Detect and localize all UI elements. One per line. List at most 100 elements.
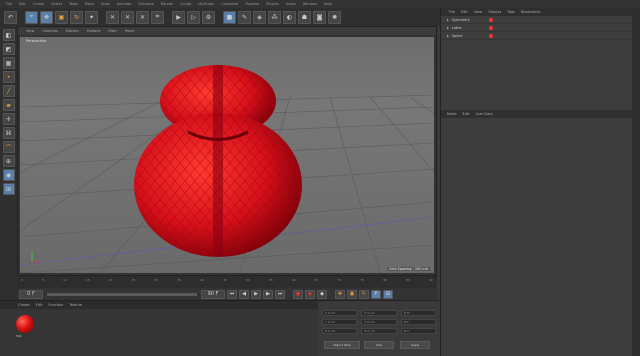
- render-view-icon[interactable]: ▶: [172, 10, 185, 24]
- next-key-icon[interactable]: ▶: [263, 289, 273, 299]
- key-param-icon[interactable]: P: [371, 289, 381, 299]
- menu-item[interactable]: Window: [303, 2, 317, 6]
- frame-end-field[interactable]: 90 F: [201, 289, 225, 299]
- material-menu-item[interactable]: Edit: [36, 303, 43, 307]
- object-menu-item[interactable]: View: [474, 10, 482, 14]
- scale-icon[interactable]: ▣: [55, 10, 68, 24]
- coord-field[interactable]: Z 0 cm: [322, 328, 358, 334]
- object-menu-item[interactable]: File: [449, 10, 455, 14]
- coord-field[interactable]: B 0°: [400, 328, 436, 334]
- menu-item[interactable]: Character: [221, 2, 238, 6]
- light-icon[interactable]: ✺: [328, 10, 341, 24]
- lock-icon[interactable]: ⊞: [2, 183, 15, 195]
- viewport-menu-item[interactable]: Display: [66, 29, 79, 33]
- workplane-icon[interactable]: ▦: [2, 57, 15, 69]
- visibility-dot[interactable]: [488, 25, 493, 30]
- material-swatch[interactable]: [16, 315, 34, 333]
- frame-range-slider[interactable]: [47, 292, 197, 296]
- render-picture-icon[interactable]: ▷: [187, 10, 200, 24]
- go-to-start-icon[interactable]: ⏮: [227, 289, 237, 299]
- cube-icon[interactable]: ■: [223, 10, 236, 24]
- prev-key-icon[interactable]: ◀: [239, 289, 249, 299]
- visibility-dot[interactable]: [488, 17, 493, 22]
- menu-item[interactable]: Create: [33, 2, 45, 6]
- coord-field[interactable]: X 0 cm: [361, 310, 397, 316]
- y-axis-icon[interactable]: ✕: [121, 10, 134, 24]
- autokey-icon[interactable]: ◉: [305, 289, 315, 299]
- panel-tab-strip[interactable]: [632, 8, 640, 356]
- menu-item[interactable]: Pipeline: [245, 2, 259, 6]
- timeline-ruler[interactable]: 0 5 10 15 20 25 30 35 40 45 50 55 60 65 70 75 80 85 90: [17, 276, 437, 288]
- menu-item[interactable]: MoGraph: [198, 2, 214, 6]
- apply-button[interactable]: Apply: [400, 341, 430, 349]
- menu-item[interactable]: Script: [286, 2, 296, 6]
- visibility-dot[interactable]: [488, 33, 493, 38]
- enable-axis-icon[interactable]: ⊕: [2, 155, 15, 167]
- menu-item[interactable]: Edit: [19, 2, 26, 6]
- viewport-menu-item[interactable]: Panel: [125, 29, 134, 33]
- live-select-icon[interactable]: ⌖: [25, 10, 38, 24]
- rotate-icon[interactable]: ↻: [70, 10, 83, 24]
- coord-field[interactable]: Y 0 cm: [361, 319, 397, 325]
- material-menu-item[interactable]: Create: [18, 303, 30, 307]
- pen-icon[interactable]: ✎: [238, 10, 251, 24]
- material-menu-item[interactable]: Texture: [69, 303, 82, 307]
- coord-system-icon[interactable]: ⌗: [151, 10, 164, 24]
- axis-mode-icon[interactable]: ✛: [2, 113, 15, 125]
- scene-icon[interactable]: ☗: [298, 10, 311, 24]
- attributes-menu-item[interactable]: Edit: [463, 112, 470, 116]
- viewport-canvas[interactable]: Perspective Grid Spacing : 100 cm: [20, 37, 434, 273]
- menu-item[interactable]: Help: [324, 2, 332, 6]
- object-menu-item[interactable]: Edit: [461, 10, 468, 14]
- viewport-menu-item[interactable]: Options: [87, 29, 101, 33]
- x-axis-icon[interactable]: ✕: [106, 10, 119, 24]
- coord-size-dropdown[interactable]: Size: [364, 341, 394, 349]
- coord-field[interactable]: Z 0 cm: [361, 328, 397, 334]
- menu-item[interactable]: File: [6, 2, 12, 6]
- points-mode-icon[interactable]: •: [2, 71, 15, 83]
- coord-field[interactable]: Y 0 cm: [322, 319, 358, 325]
- coord-field[interactable]: P 0°: [400, 319, 436, 325]
- object-menu-item[interactable]: Objects: [488, 10, 501, 14]
- texture-mode-icon[interactable]: ◩: [2, 43, 15, 55]
- camera-icon[interactable]: ◙: [313, 10, 326, 24]
- expand-icon[interactable]: ▸: [447, 34, 449, 38]
- viewport-menu-item[interactable]: View: [26, 29, 34, 33]
- solo-icon[interactable]: ◉: [2, 169, 15, 181]
- menu-item[interactable]: Simulate: [138, 2, 153, 6]
- render-settings-icon[interactable]: ⚙: [202, 10, 215, 24]
- key-rot-icon[interactable]: ↻: [359, 289, 369, 299]
- viewport-menu-item[interactable]: Cameras: [42, 29, 58, 33]
- frame-start-field[interactable]: 0 F: [19, 289, 43, 299]
- menu-item[interactable]: Select: [51, 2, 62, 6]
- attributes-menu-item[interactable]: Mode: [447, 112, 457, 116]
- undo-icon[interactable]: ↶: [4, 10, 17, 24]
- key-pla-icon[interactable]: ⊞: [383, 289, 393, 299]
- menu-item[interactable]: Snap: [101, 2, 110, 6]
- coord-mode-dropdown[interactable]: Object (Rel): [324, 341, 360, 349]
- menu-item[interactable]: Render: [161, 2, 173, 6]
- key-scale-icon[interactable]: ▣: [347, 289, 357, 299]
- tweak-icon[interactable]: ⌘: [2, 127, 15, 139]
- object-menu-item[interactable]: Tags: [507, 10, 515, 14]
- coord-field[interactable]: H 0°: [400, 310, 436, 316]
- snap-icon[interactable]: ⌒: [2, 141, 15, 153]
- play-icon[interactable]: ▶: [251, 289, 261, 299]
- menu-item[interactable]: Sculpt: [180, 2, 191, 6]
- model-mode-icon[interactable]: ◧: [2, 29, 15, 41]
- menu-item[interactable]: Animate: [117, 2, 132, 6]
- record-icon[interactable]: ●: [293, 289, 303, 299]
- attributes-menu-item[interactable]: User Data: [475, 112, 492, 116]
- menu-item[interactable]: Tools: [69, 2, 78, 6]
- viewport-menu-item[interactable]: Filter: [108, 29, 117, 33]
- go-to-end-icon[interactable]: ⏭: [275, 289, 285, 299]
- coord-field[interactable]: X 0 cm: [322, 310, 358, 316]
- keyframe-icon[interactable]: ◆: [317, 289, 327, 299]
- object-row[interactable]: ▸ Spline: [441, 32, 640, 40]
- material-menu-item[interactable]: Function: [48, 303, 63, 307]
- move-icon[interactable]: ✥: [40, 10, 53, 24]
- deformer-icon[interactable]: ◐: [283, 10, 296, 24]
- key-pos-icon[interactable]: ✥: [335, 289, 345, 299]
- menu-item[interactable]: Mesh: [85, 2, 94, 6]
- array-icon[interactable]: ⁂: [268, 10, 281, 24]
